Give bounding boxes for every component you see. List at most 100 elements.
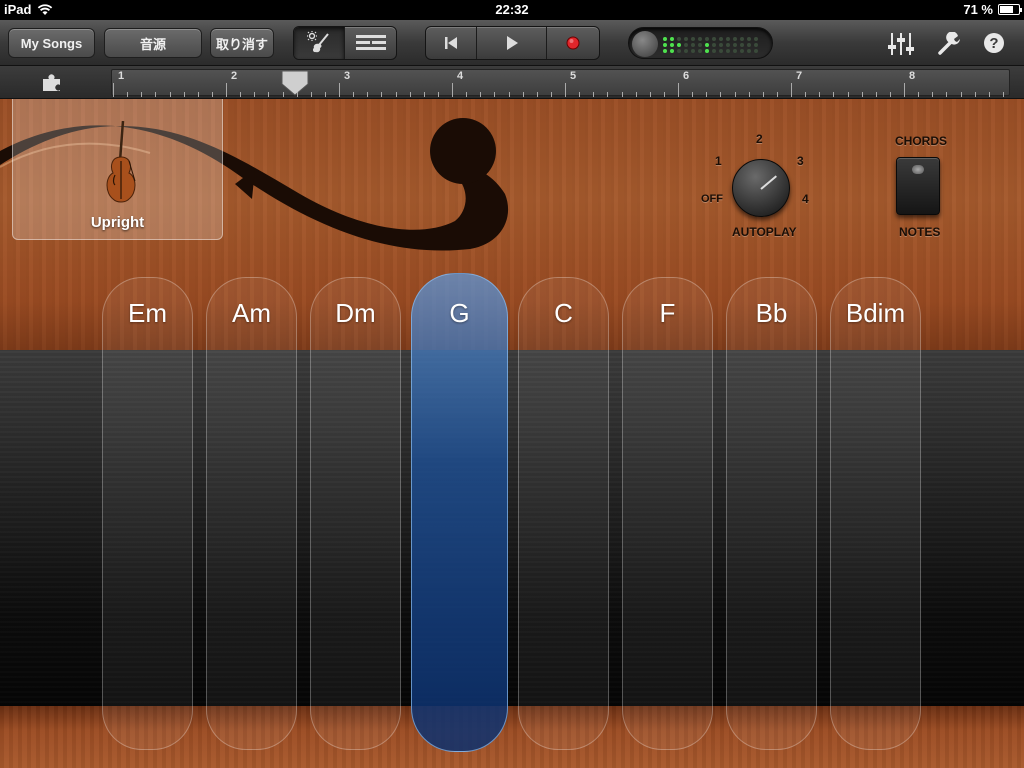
play-button[interactable] <box>477 27 547 59</box>
mixer-button[interactable] <box>888 32 914 56</box>
view-toggle <box>293 26 397 60</box>
help-button[interactable]: ? <box>983 32 1007 56</box>
settings-button[interactable] <box>937 31 961 56</box>
instrument-view-button[interactable] <box>294 27 346 59</box>
ruler-tick <box>367 92 369 97</box>
ruler-tick <box>918 92 920 97</box>
ruler-tick <box>621 92 623 97</box>
chord-strip[interactable]: F <box>622 277 713 750</box>
ruler-bar-number: 7 <box>796 70 803 82</box>
wrench-icon <box>938 31 960 55</box>
timeline-ruler[interactable]: 1 2 3 4 5 6 7 8 <box>0 66 1024 99</box>
ruler-tick <box>353 92 355 97</box>
loop-settings-button[interactable] <box>40 73 64 98</box>
ruler-tick <box>169 92 171 97</box>
autoplay-1-label: 1 <box>715 154 722 168</box>
guitar-icon <box>307 31 329 53</box>
ruler-tick <box>833 92 835 97</box>
chords-label: CHORDS <box>895 134 948 148</box>
switch-indicator <box>912 165 924 174</box>
ruler-tick <box>762 92 764 97</box>
undo-button[interactable]: 取り消す <box>210 28 274 58</box>
go-to-start-button[interactable] <box>426 27 478 59</box>
clock: 22:32 <box>495 2 529 17</box>
battery-percent: 71 % <box>963 2 993 17</box>
puzzle-icon <box>43 74 60 91</box>
ruler-tick <box>452 83 453 97</box>
autoplay-label: AUTOPLAY <box>732 225 797 239</box>
toolbar: My Songs 音源 取り消す ? <box>0 20 1024 66</box>
ruler-tick <box>310 92 312 97</box>
ruler-tick <box>240 92 242 97</box>
ruler-tick <box>748 92 750 97</box>
battery-icon <box>998 4 1022 15</box>
ruler-tick <box>508 92 510 97</box>
ruler-tick <box>183 92 185 97</box>
ruler-tick <box>791 83 792 97</box>
ruler-tick <box>395 92 397 97</box>
chord-strip[interactable]: Am <box>206 277 297 750</box>
ruler-tick <box>536 92 538 97</box>
go-to-start-icon <box>445 37 458 49</box>
ruler-tick <box>635 92 637 97</box>
ruler-tick <box>776 92 778 97</box>
ruler-tick <box>988 92 990 97</box>
meter-row-right <box>663 49 758 53</box>
transport-controls <box>425 26 600 60</box>
instrument-selector[interactable]: Upright <box>12 99 223 240</box>
master-volume-knob[interactable] <box>632 31 658 57</box>
ruler-bar-number: 6 <box>683 70 690 82</box>
autoplay-knob[interactable] <box>732 159 790 217</box>
ruler-bar-number: 8 <box>909 70 916 82</box>
chords-notes-switch[interactable] <box>896 157 940 215</box>
chord-label: Em <box>128 298 167 328</box>
help-icon: ? <box>984 33 1004 53</box>
ruler-tick <box>565 83 566 97</box>
ruler-tick <box>932 92 934 97</box>
chord-label: Am <box>232 298 271 328</box>
svg-text:?: ? <box>989 35 998 52</box>
playhead[interactable] <box>281 70 309 96</box>
chord-strip[interactable]: Bb <box>726 277 817 750</box>
chord-label: Bb <box>755 298 788 328</box>
autoplay-3-label: 3 <box>797 154 804 168</box>
ruler-tick <box>607 92 609 97</box>
play-icon <box>506 36 518 50</box>
ruler-tick <box>974 92 976 97</box>
chord-strip[interactable]: C <box>518 277 609 750</box>
ruler-bar-number: 5 <box>570 70 577 82</box>
mixer-icon <box>888 33 914 55</box>
ruler-tick <box>494 92 496 97</box>
chord-strip[interactable]: Dm <box>310 277 401 750</box>
ruler-tick <box>296 92 298 97</box>
ruler-tick <box>155 92 157 97</box>
ruler-tick <box>579 92 581 97</box>
ruler-tick <box>847 92 849 97</box>
chord-label: G <box>449 298 470 328</box>
ruler-tick <box>875 92 877 97</box>
chord-label: C <box>554 298 573 328</box>
ruler-tick <box>593 92 595 97</box>
ruler-bar-number: 1 <box>118 70 125 82</box>
record-button[interactable] <box>547 27 599 59</box>
my-songs-button[interactable]: My Songs <box>8 28 95 58</box>
ruler-tick <box>692 92 694 97</box>
sounds-button[interactable]: 音源 <box>104 28 202 58</box>
ruler-tick <box>254 92 256 97</box>
chord-strip[interactable]: Bdim <box>830 277 921 750</box>
tracks-view-button[interactable] <box>345 27 396 59</box>
autoplay-knob-pointer <box>760 175 777 190</box>
ruler-tick <box>197 92 199 97</box>
ruler-tick <box>127 92 129 97</box>
ruler-tick <box>113 83 114 97</box>
ruler-bar-number: 2 <box>231 70 238 82</box>
status-bar: iPad 22:32 71 % <box>0 0 1024 20</box>
upright-bass-icon <box>106 121 136 203</box>
ruler-tick <box>268 92 270 97</box>
level-meter[interactable] <box>628 27 773 59</box>
ruler-tick <box>960 92 962 97</box>
chord-strip[interactable]: Em <box>102 277 193 750</box>
chord-strip[interactable]: G <box>411 273 508 752</box>
ruler-tick <box>409 92 411 97</box>
ruler-tick <box>522 92 524 97</box>
